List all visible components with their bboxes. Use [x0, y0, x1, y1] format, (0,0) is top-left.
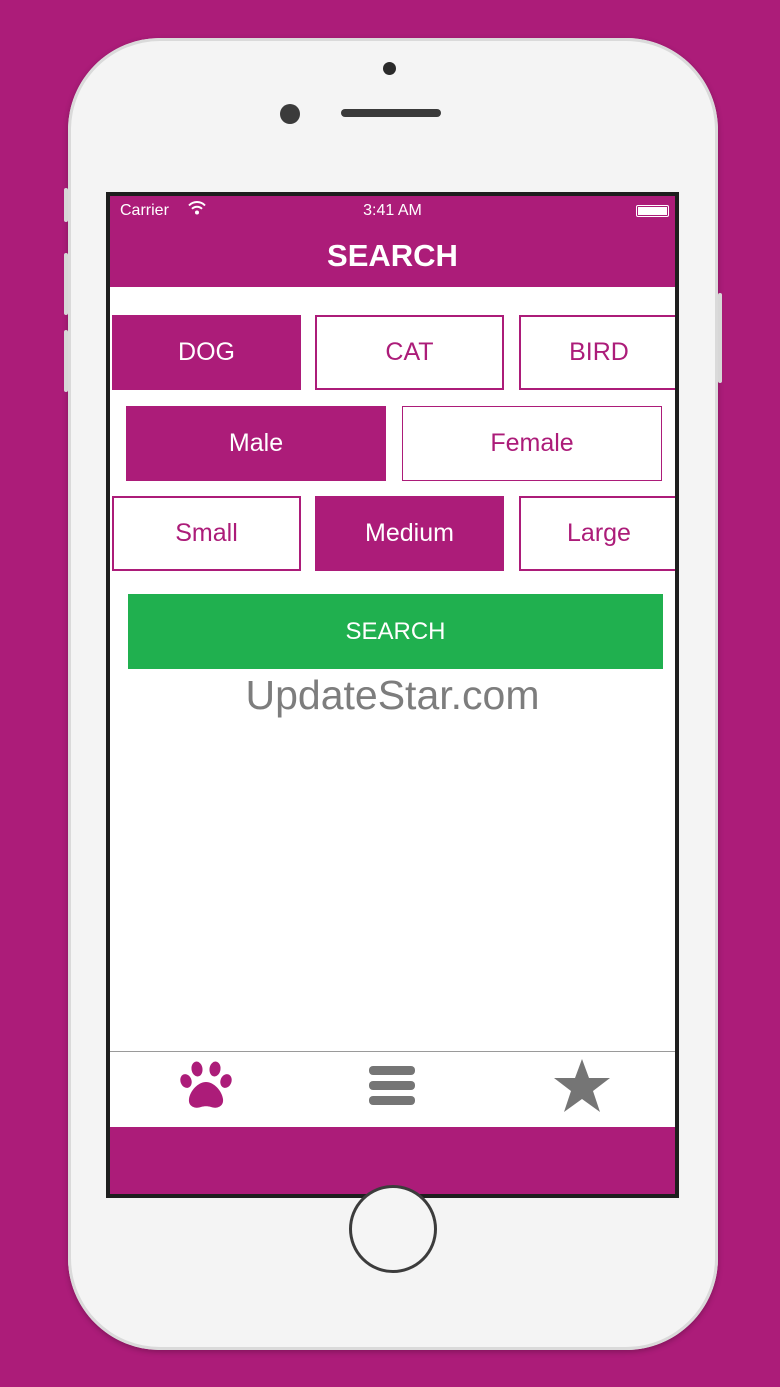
power-button	[718, 293, 722, 383]
filter-small-label: Small	[175, 519, 238, 547]
tab-bar	[110, 1051, 675, 1127]
star-icon	[552, 1057, 612, 1120]
filter-small-button[interactable]: Small	[112, 496, 301, 571]
filter-female-label: Female	[490, 429, 574, 457]
tab-menu[interactable]	[362, 1058, 422, 1118]
search-button[interactable]: SEARCH	[128, 594, 663, 669]
front-camera	[280, 104, 300, 124]
filter-large-label: Large	[567, 519, 631, 547]
proximity-sensor	[383, 62, 396, 75]
search-button-label: SEARCH	[345, 617, 446, 645]
filter-cat-label: CAT	[385, 338, 434, 366]
filter-bird-label: BIRD	[569, 338, 629, 366]
filter-dog-label: DOG	[178, 338, 235, 366]
filter-medium-button[interactable]: Medium	[315, 496, 504, 571]
watermark-text: UpdateStar.com	[245, 672, 540, 718]
filter-large-button[interactable]: Large	[519, 496, 675, 571]
volume-down-button	[64, 330, 68, 392]
phone-frame: Carrier 3:41 AM SEARCH DOG CAT BIRD Male…	[64, 38, 722, 1350]
filter-cat-button[interactable]: CAT	[315, 315, 504, 390]
menu-icon	[367, 1063, 417, 1114]
battery-icon	[636, 205, 669, 217]
filter-male-label: Male	[228, 429, 284, 457]
silent-switch	[64, 188, 68, 222]
screen: Carrier 3:41 AM SEARCH DOG CAT BIRD Male…	[106, 192, 679, 1198]
filter-bird-button[interactable]: BIRD	[519, 315, 675, 390]
filter-medium-label: Medium	[365, 519, 454, 547]
filter-male-button[interactable]: Male	[126, 406, 386, 481]
clock-label: 3:41 AM	[363, 202, 422, 219]
page-title: SEARCH	[110, 224, 675, 287]
tab-paw[interactable]	[176, 1058, 236, 1118]
paw-icon	[178, 1058, 234, 1119]
tab-favorites[interactable]	[552, 1058, 612, 1118]
app-display: Carrier 3:41 AM SEARCH DOG CAT BIRD Male…	[110, 196, 675, 1194]
filter-female-button[interactable]: Female	[402, 406, 662, 481]
volume-up-button	[64, 253, 68, 315]
filter-dog-button[interactable]: DOG	[112, 315, 301, 390]
earpiece-speaker	[341, 109, 441, 117]
status-bar: Carrier 3:41 AM	[110, 196, 675, 224]
bottom-brand-strip	[110, 1127, 675, 1194]
home-button[interactable]	[349, 1185, 437, 1273]
